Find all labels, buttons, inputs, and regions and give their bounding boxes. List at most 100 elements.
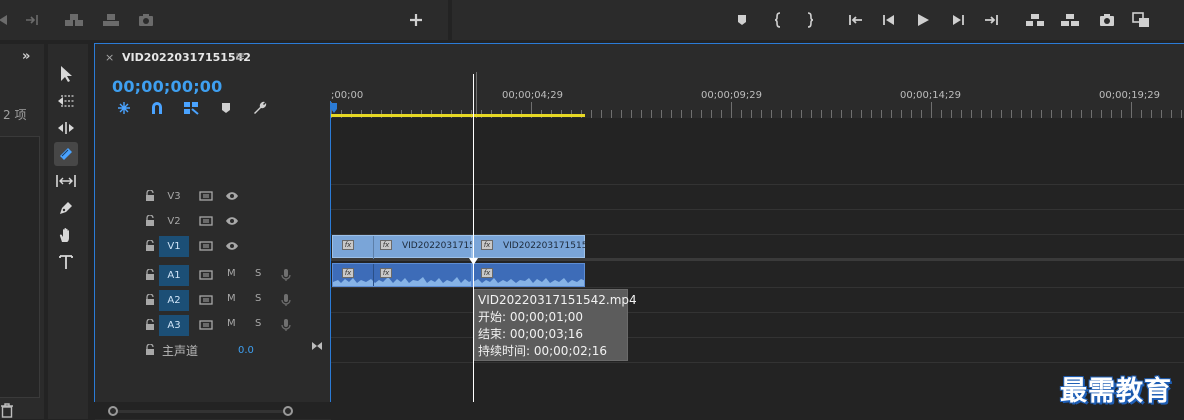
playhead-start-marker-icon[interactable] — [331, 103, 337, 113]
track-name-v2[interactable]: V2 — [159, 211, 189, 232]
go-to-out-icon[interactable] — [23, 10, 43, 30]
eye-icon[interactable] — [225, 191, 239, 201]
mute-button[interactable]: M — [227, 268, 236, 279]
timeline-zoom-scrollbar[interactable] — [94, 402, 1184, 419]
button-editor-icon[interactable] — [406, 10, 426, 30]
lock-icon[interactable] — [145, 319, 155, 331]
insert-icon[interactable] — [64, 10, 84, 30]
ruler-tick-label: 00;00;09;29 — [701, 90, 763, 101]
track-header-v3: V3 — [95, 184, 331, 209]
linked-selection-icon[interactable] — [182, 99, 200, 117]
razor-cut-marker-icon — [469, 258, 478, 265]
time-ruler[interactable]: ;00;00 00;00;04;29 00;00;09;29 00;00;14;… — [331, 72, 1184, 118]
selection-tool-icon[interactable] — [54, 62, 78, 86]
lift-icon[interactable] — [1025, 10, 1045, 30]
slip-tool-icon[interactable] — [54, 169, 78, 193]
ruler-tick-label: 00;00;14;29 — [900, 90, 962, 101]
lock-icon[interactable] — [145, 344, 155, 356]
overwrite-icon[interactable] — [101, 10, 121, 30]
sequence-tab-title[interactable]: VID20220317151542 — [122, 51, 251, 64]
zoom-handle-right[interactable] — [283, 406, 293, 416]
track-name-v3[interactable]: V3 — [159, 186, 189, 207]
razor-tool-icon[interactable] — [54, 142, 78, 166]
step-back-one-frame-icon[interactable] — [879, 10, 899, 30]
panel-menu-icon[interactable]: ≡ — [235, 49, 245, 63]
work-area-bar[interactable] — [331, 114, 585, 117]
track-divider — [331, 184, 1184, 185]
lock-icon[interactable] — [145, 269, 155, 281]
clip-name: VID20220317151542 — [503, 241, 585, 251]
sync-lock-icon[interactable] — [199, 294, 213, 306]
edit-point[interactable] — [373, 264, 374, 286]
close-tab-button[interactable]: × — [105, 51, 114, 64]
snap-magnet-icon[interactable] — [148, 99, 166, 117]
video-clip[interactable]: fx fx VID20220317151542 — [332, 235, 472, 259]
audio-clip[interactable]: fx fx — [332, 263, 472, 287]
source-monitor-toolbar — [0, 0, 448, 40]
master-volume-value[interactable]: 0.0 — [238, 345, 254, 356]
lock-icon[interactable] — [145, 294, 155, 306]
comparison-view-icon[interactable] — [1131, 10, 1151, 30]
go-to-in-icon[interactable] — [845, 10, 865, 30]
solo-button[interactable]: S — [255, 293, 261, 304]
mark-in-icon[interactable] — [768, 10, 788, 30]
mute-button[interactable]: M — [227, 293, 236, 304]
add-marker-icon[interactable] — [732, 10, 752, 30]
voiceover-mic-icon[interactable] — [281, 318, 291, 332]
lock-icon[interactable] — [145, 215, 155, 227]
pen-tool-icon[interactable] — [54, 196, 78, 220]
edit-point[interactable] — [373, 236, 374, 259]
voiceover-mic-icon[interactable] — [281, 293, 291, 307]
solo-button[interactable]: S — [255, 268, 261, 279]
track-header-a1: A1 M S — [95, 263, 331, 288]
extract-icon[interactable] — [1060, 10, 1080, 30]
lock-icon[interactable] — [145, 190, 155, 202]
video-clip[interactable]: fx VID20220317151542 — [472, 235, 585, 258]
export-frame-camera-icon[interactable] — [1097, 10, 1117, 30]
export-frame-icon[interactable] — [136, 10, 156, 30]
eye-icon[interactable] — [225, 241, 239, 251]
go-to-out-point-icon[interactable] — [982, 10, 1002, 30]
add-marker-icon[interactable] — [217, 99, 235, 117]
sync-lock-icon[interactable] — [199, 215, 213, 227]
track-select-tool-icon[interactable] — [54, 89, 78, 113]
step-forward-one-frame-icon[interactable] — [948, 10, 968, 30]
project-bin-area[interactable] — [0, 136, 40, 398]
sync-lock-icon[interactable] — [199, 319, 213, 331]
sync-lock-icon[interactable] — [199, 190, 213, 202]
solo-button[interactable]: S — [255, 318, 261, 329]
scrollbar-track[interactable] — [114, 410, 289, 413]
voiceover-mic-icon[interactable] — [281, 268, 291, 282]
mute-button[interactable]: M — [227, 318, 236, 329]
program-monitor-toolbar — [452, 0, 1184, 40]
eye-icon[interactable] — [225, 216, 239, 226]
audio-clip[interactable]: fx — [472, 263, 585, 287]
sync-lock-icon[interactable] — [199, 269, 213, 281]
play-icon[interactable] — [913, 10, 933, 30]
step-back-icon[interactable] — [0, 10, 14, 30]
track-name-v1[interactable]: V1 — [159, 236, 189, 257]
track-name-a1[interactable]: A1 — [159, 265, 189, 286]
track-header-v1: V1 — [95, 234, 331, 259]
wrench-settings-icon[interactable] — [251, 99, 269, 117]
track-name-a2[interactable]: A2 — [159, 290, 189, 311]
ruler-tick-label: 00;00;04;29 — [502, 90, 564, 101]
track-name-a3[interactable]: A3 — [159, 315, 189, 336]
lock-icon[interactable] — [145, 240, 155, 252]
hand-tool-icon[interactable] — [54, 223, 78, 247]
timeline-tab-bar: × VID20220317151542 ≡ — [95, 44, 1184, 72]
track-area[interactable]: fx fx VID20220317151542 fx VID2022031715… — [331, 118, 1184, 420]
fx-badge-icon: fx — [380, 268, 392, 278]
sync-lock-icon[interactable] — [199, 240, 213, 252]
type-tool-icon[interactable] — [54, 250, 78, 274]
go-to-end-icon[interactable] — [311, 341, 323, 351]
nest-sequence-icon[interactable] — [115, 99, 133, 117]
trash-icon[interactable] — [0, 402, 14, 418]
zoom-handle-left[interactable] — [108, 406, 118, 416]
track-divider — [331, 312, 1184, 313]
timeline-header: 00;00;00;00 — [95, 72, 331, 184]
collapse-panels-icon[interactable]: » — [22, 49, 30, 64]
playhead-timecode[interactable]: 00;00;00;00 — [112, 77, 222, 96]
mark-out-icon[interactable] — [800, 10, 820, 30]
ripple-edit-tool-icon[interactable] — [54, 116, 78, 140]
